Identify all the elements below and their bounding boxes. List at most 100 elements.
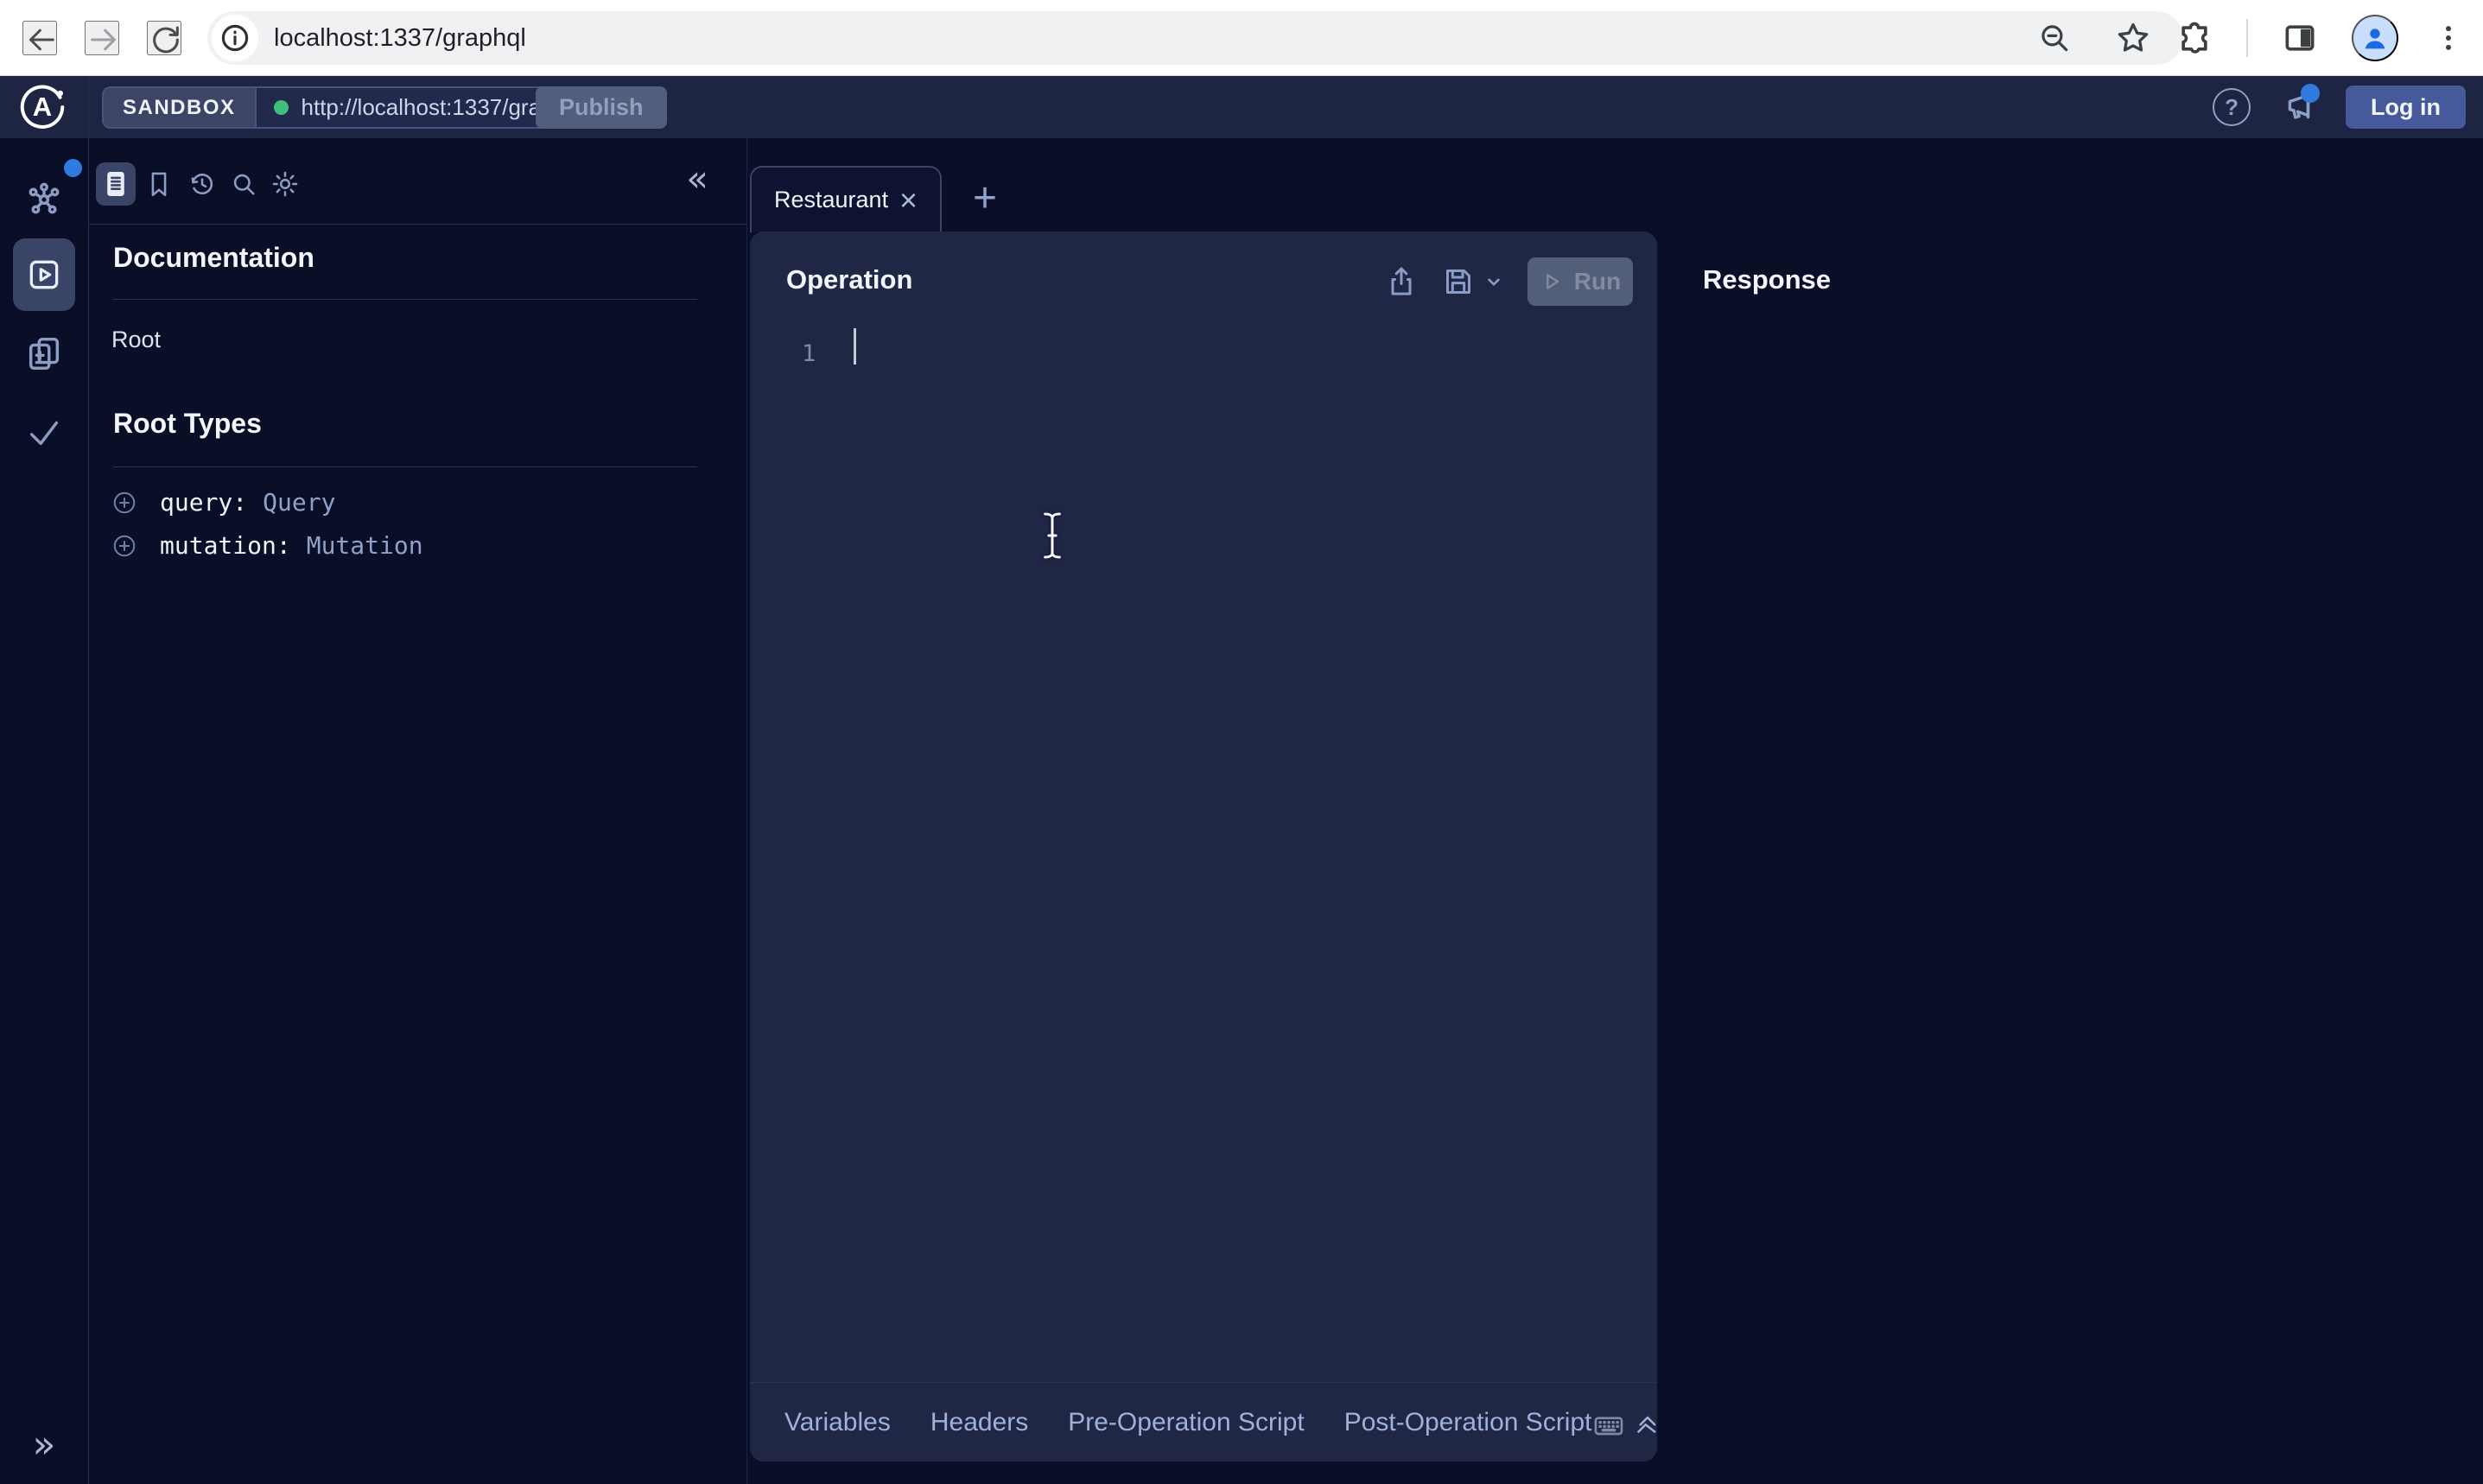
gear-icon — [270, 169, 300, 199]
save-operation-button[interactable] — [1441, 264, 1476, 299]
login-button[interactable]: Log in — [2346, 86, 2466, 129]
docs-toolbar: « — [89, 138, 746, 225]
root-type-row-mutation: mutation: Mutation — [111, 531, 423, 560]
endpoint-url-text[interactable]: http://localhost:1337/gra… — [302, 94, 564, 121]
operation-panel: Operation Run 1 — [750, 231, 1657, 1462]
docs-title-divider — [113, 299, 697, 300]
operation-editor[interactable]: 1 — [750, 318, 1657, 1358]
root-types-title: Root Types — [113, 408, 262, 440]
response-panel: Response — [1657, 231, 2483, 1484]
bookmark-page-button[interactable] — [2114, 19, 2152, 57]
rail-item-graph[interactable] — [0, 180, 88, 219]
url-text[interactable]: localhost:1337/graphql — [274, 24, 2036, 53]
user-avatar-icon — [2358, 21, 2392, 55]
footer-tab-variables[interactable]: Variables — [784, 1408, 891, 1437]
rail-item-checks[interactable] — [0, 413, 88, 453]
side-panel-button[interactable] — [2281, 19, 2319, 57]
reload-icon — [149, 22, 183, 57]
apollo-logo[interactable]: A — [16, 81, 68, 133]
run-label: Run — [1574, 268, 1621, 295]
publish-button[interactable]: Publish — [536, 86, 667, 129]
browser-menu-button[interactable] — [2431, 21, 2466, 55]
share-icon — [1384, 264, 1419, 299]
docs-root-link[interactable]: Root — [111, 327, 161, 353]
star-icon — [2114, 19, 2152, 57]
response-title: Response — [1703, 264, 1831, 295]
tab-label: Restaurant — [774, 187, 888, 213]
diff-documents-icon — [24, 333, 64, 373]
question-mark: ? — [2225, 94, 2239, 121]
floppy-save-icon — [1441, 264, 1476, 299]
docs-tab-documentation[interactable] — [96, 162, 136, 206]
docs-title: Documentation — [113, 242, 314, 274]
footer-tab-headers[interactable]: Headers — [930, 1408, 1028, 1437]
graph-notification-dot — [64, 159, 82, 177]
side-panel-icon — [2281, 19, 2319, 57]
mutation-type-link[interactable]: Mutation — [307, 531, 423, 560]
circle-plus-icon — [111, 533, 137, 559]
mutation-keyword: mutation: — [160, 531, 291, 560]
toolbar-divider — [2246, 19, 2248, 57]
help-button[interactable]: ? — [2213, 88, 2251, 126]
operation-tab-restaurant[interactable]: Restaurant × — [750, 166, 942, 232]
documentation-panel: « Documentation Root Root Types query: Q… — [89, 138, 746, 1484]
sandbox-label: SANDBOX — [123, 96, 236, 120]
search-icon — [229, 169, 258, 199]
puzzle-icon — [2175, 19, 2213, 57]
footer-tab-pre-operation-script[interactable]: Pre-Operation Script — [1068, 1408, 1304, 1437]
rail-item-changelog[interactable] — [0, 333, 88, 373]
rail-item-explorer[interactable] — [13, 238, 75, 311]
query-type-link[interactable]: Query — [263, 488, 335, 517]
expand-rail-button[interactable]: » — [0, 1423, 88, 1467]
document-list-icon — [101, 169, 130, 199]
left-rail: » — [0, 138, 88, 1484]
expand-query-button[interactable] — [111, 490, 137, 516]
browser-right-controls — [2175, 0, 2466, 76]
root-types-divider — [113, 466, 697, 467]
sandbox-badge: SANDBOX — [104, 88, 257, 127]
docs-tab-history[interactable] — [182, 162, 222, 206]
browser-address-bar[interactable]: localhost:1337/graphql — [207, 11, 2183, 65]
docs-tab-search[interactable] — [224, 162, 264, 206]
browser-reload-button[interactable] — [147, 21, 181, 55]
save-options-button[interactable] — [1483, 270, 1505, 293]
operation-actions: Run — [1384, 257, 1633, 306]
browser-profile-button[interactable] — [2352, 15, 2398, 61]
history-clock-icon — [187, 169, 217, 199]
expand-mutation-button[interactable] — [111, 533, 137, 559]
ibeam-cursor — [1035, 510, 1070, 561]
announcements-button[interactable] — [2278, 87, 2318, 127]
apollo-sandbox-screen: localhost:1337/graphql — [0, 0, 2483, 1484]
apollo-logo-letter: A — [16, 81, 68, 133]
info-icon — [219, 22, 251, 54]
run-button[interactable]: Run — [1527, 257, 1633, 306]
extensions-button[interactable] — [2175, 19, 2213, 57]
share-operation-button[interactable] — [1384, 264, 1419, 299]
operation-title: Operation — [786, 264, 912, 295]
graph-network-icon — [24, 180, 64, 219]
docs-tab-settings[interactable] — [265, 162, 305, 206]
arrow-left-icon — [24, 22, 59, 57]
explorer-play-icon — [25, 256, 63, 294]
announcement-badge-dot — [2301, 84, 2320, 103]
collapse-docs-button[interactable]: « — [686, 157, 708, 200]
save-operation-group — [1441, 264, 1505, 299]
checkmark-icon — [24, 413, 64, 453]
root-type-row-query: query: Query — [111, 488, 335, 517]
operation-footer: Variables Headers Pre-Operation Script P… — [750, 1382, 1657, 1462]
add-tab-button[interactable]: + — [961, 169, 1009, 226]
arrow-right-icon — [86, 22, 121, 57]
browser-toolbar: localhost:1337/graphql — [0, 0, 2483, 76]
docs-operation-divider — [746, 138, 747, 1484]
zoom-level-button[interactable] — [2036, 20, 2073, 56]
docs-tab-saved[interactable] — [139, 162, 179, 206]
close-tab-button[interactable]: × — [899, 185, 918, 216]
kebab-menu-icon — [2431, 21, 2466, 55]
browser-back-button[interactable] — [22, 21, 57, 55]
magnifier-minus-icon — [2036, 20, 2073, 56]
footer-tab-post-operation-script[interactable]: Post-Operation Script — [1344, 1408, 1592, 1437]
omnibox-actions — [2036, 19, 2152, 57]
bookmark-icon — [144, 169, 174, 199]
browser-forward-button[interactable] — [85, 21, 119, 55]
site-info-chip[interactable] — [212, 15, 258, 61]
